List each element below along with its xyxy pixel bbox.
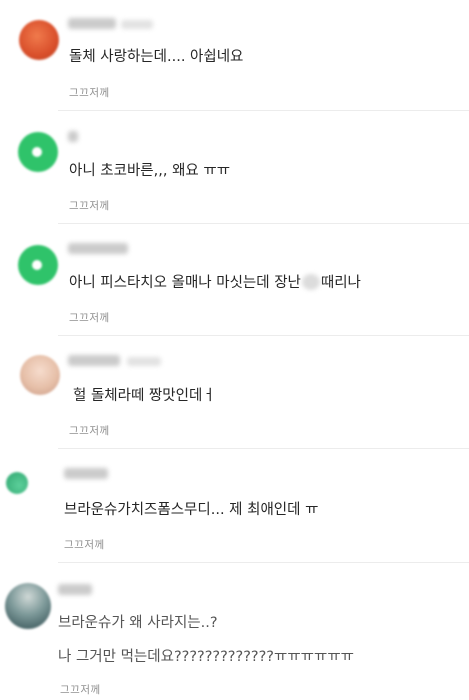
report-link[interactable]: 그끄저께 (69, 310, 110, 325)
report-link[interactable]: 그끄저께 (69, 85, 110, 100)
report-link[interactable]: 그끄저께 (60, 682, 101, 697)
comment-text-part: 때리나 (320, 275, 361, 291)
divider (58, 562, 469, 563)
username-blurred[interactable] (68, 131, 78, 142)
report-link[interactable]: 그끄저께 (64, 537, 105, 552)
user-avatar[interactable] (20, 355, 60, 395)
divider (58, 448, 469, 449)
divider (58, 223, 469, 224)
report-link[interactable]: 그끄저께 (69, 198, 110, 213)
user-avatar[interactable] (5, 583, 51, 629)
comment-text: 아니 피스타치오 올매나 마싯는데 장난 때리나 (69, 273, 361, 293)
comment-text: 아니 초코바른,,, 왜요 ㅠㅠ (69, 163, 231, 179)
username-blurred[interactable] (64, 468, 108, 479)
username-blurred[interactable] (68, 18, 116, 29)
comment-text: 브라운슈가치즈폼스무디... 제 최애인데 ㅠ (64, 502, 319, 518)
comment-text-line: 브라운슈가 왜 사라지는..? (58, 615, 218, 631)
comment-text: 헐 돌체라떼 짱맛인데ㅓ (73, 388, 216, 404)
username-blurred[interactable] (68, 355, 120, 366)
timestamp-blurred (127, 357, 161, 366)
comment-text-part: 아니 피스타치오 올매나 마싯는데 장난 (69, 275, 301, 291)
user-avatar[interactable] (19, 20, 59, 60)
user-avatar[interactable] (6, 472, 28, 494)
avatar-icon (32, 147, 42, 157)
avatar-icon (32, 260, 42, 270)
user-avatar[interactable] (18, 245, 58, 285)
timestamp-blurred (121, 20, 153, 29)
divider (58, 335, 469, 336)
comment-list: { "comments": [ { "text": "돌체 사랑하는데.... … (0, 0, 469, 700)
report-link[interactable]: 그끄저께 (69, 423, 110, 438)
divider (58, 110, 469, 111)
username-blurred[interactable] (68, 243, 128, 254)
user-avatar[interactable] (18, 132, 58, 172)
comment-text: 돌체 사랑하는데.... 아쉽네요 (69, 49, 244, 65)
comment-text-line: 나 그거만 먹는데요?????????????ㅠㅠㅠㅠㅠㅠ (58, 649, 355, 665)
masked-text-blur (301, 274, 320, 290)
username-blurred[interactable] (58, 584, 92, 595)
